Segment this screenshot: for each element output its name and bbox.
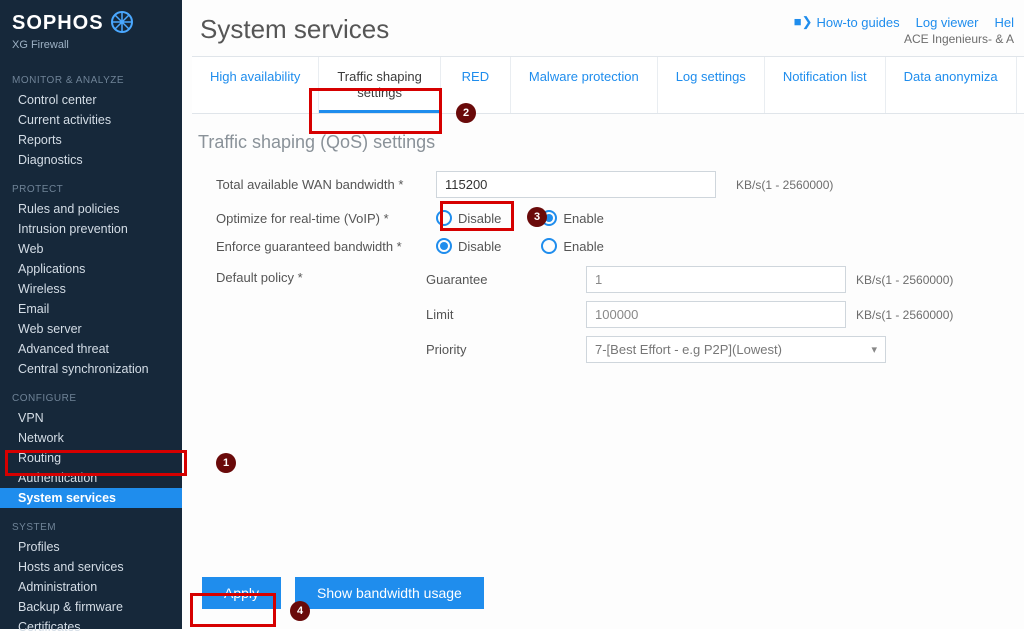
sidebar-item-web-server[interactable]: Web server bbox=[0, 319, 182, 339]
show-bandwidth-button[interactable]: Show bandwidth usage bbox=[295, 577, 484, 609]
limit-label: Limit bbox=[426, 307, 586, 322]
nav-section-title: MONITOR & ANALYZE bbox=[0, 69, 182, 90]
sidebar-item-wireless[interactable]: Wireless bbox=[0, 279, 182, 299]
tab-data-anonymiza[interactable]: Data anonymiza bbox=[886, 57, 1017, 113]
sidebar-item-advanced-threat[interactable]: Advanced threat bbox=[0, 339, 182, 359]
sidebar-item-administration[interactable]: Administration bbox=[0, 577, 182, 597]
total-wan-input[interactable] bbox=[436, 171, 716, 198]
sidebar-item-authentication[interactable]: Authentication bbox=[0, 468, 182, 488]
sidebar-item-hosts-and-services[interactable]: Hosts and services bbox=[0, 557, 182, 577]
radio-icon bbox=[436, 210, 452, 226]
top-links: ■❯ How-to guides Log viewer Hel ACE Inge… bbox=[794, 14, 1014, 46]
limit-hint: KB/s(1 - 2560000) bbox=[856, 308, 953, 322]
tab-red[interactable]: RED bbox=[441, 57, 511, 113]
guarantee-label: Guarantee bbox=[426, 272, 586, 287]
default-policy-label: Default policy * bbox=[216, 266, 426, 363]
total-wan-label: Total available WAN bandwidth * bbox=[216, 177, 426, 192]
apply-button[interactable]: Apply bbox=[202, 577, 281, 609]
page-title: System services bbox=[200, 14, 389, 45]
tab-high-availability[interactable]: High availability bbox=[192, 57, 319, 113]
brand-logo-icon bbox=[110, 10, 134, 37]
radio-icon bbox=[436, 238, 452, 254]
org-name: ACE Ingenieurs- & A bbox=[904, 32, 1014, 46]
enforce-disable-radio[interactable]: Disable bbox=[436, 238, 501, 254]
sidebar-item-network[interactable]: Network bbox=[0, 428, 182, 448]
tab-log-settings[interactable]: Log settings bbox=[658, 57, 765, 113]
sidebar-item-diagnostics[interactable]: Diagnostics bbox=[0, 150, 182, 170]
optimize-enable-radio[interactable]: Enable bbox=[541, 210, 603, 226]
logviewer-link[interactable]: Log viewer bbox=[916, 14, 979, 30]
limit-input[interactable] bbox=[586, 301, 846, 328]
howto-link[interactable]: ■❯ How-to guides bbox=[794, 14, 900, 30]
content: Traffic shaping (QoS) settings Total ava… bbox=[182, 114, 1024, 629]
bottom-bar: Apply Show bandwidth usage bbox=[192, 577, 1014, 619]
priority-label: Priority bbox=[426, 342, 586, 357]
radio-icon bbox=[541, 210, 557, 226]
sidebar-item-vpn[interactable]: VPN bbox=[0, 408, 182, 428]
total-wan-hint: KB/s(1 - 2560000) bbox=[736, 178, 833, 192]
radio-icon bbox=[541, 238, 557, 254]
sidebar-item-current-activities[interactable]: Current activities bbox=[0, 110, 182, 130]
enforce-label: Enforce guaranteed bandwidth * bbox=[216, 239, 426, 254]
nav-section-title: PROTECT bbox=[0, 178, 182, 199]
sidebar-item-central-synchronization[interactable]: Central synchronization bbox=[0, 359, 182, 379]
sidebar-item-email[interactable]: Email bbox=[0, 299, 182, 319]
optimize-label: Optimize for real-time (VoIP) * bbox=[216, 211, 426, 226]
camera-icon: ■❯ bbox=[794, 14, 813, 30]
sidebar-item-control-center[interactable]: Control center bbox=[0, 90, 182, 110]
enforce-enable-radio[interactable]: Enable bbox=[541, 238, 603, 254]
form: Total available WAN bandwidth * KB/s(1 -… bbox=[192, 171, 1014, 363]
brand-name: SOPHOS bbox=[12, 12, 104, 35]
help-link[interactable]: Hel bbox=[994, 14, 1014, 30]
tab-malware-protection[interactable]: Malware protection bbox=[511, 57, 658, 113]
optimize-disable-radio[interactable]: Disable bbox=[436, 210, 501, 226]
sidebar-item-system-services[interactable]: System services bbox=[0, 488, 182, 508]
sidebar: SOPHOS XG Firewall MONITOR & ANALYZECont… bbox=[0, 0, 182, 629]
brand: SOPHOS bbox=[0, 6, 182, 39]
main: System services ■❯ How-to guides Log vie… bbox=[182, 0, 1024, 629]
brand-subtitle: XG Firewall bbox=[0, 39, 182, 63]
tab-notification-list[interactable]: Notification list bbox=[765, 57, 886, 113]
sidebar-item-backup-firmware[interactable]: Backup & firmware bbox=[0, 597, 182, 617]
section-title: Traffic shaping (QoS) settings bbox=[192, 128, 1014, 171]
sidebar-item-reports[interactable]: Reports bbox=[0, 130, 182, 150]
sidebar-item-certificates[interactable]: Certificates bbox=[0, 617, 182, 637]
chevron-down-icon: ▾ bbox=[871, 343, 877, 356]
nav-section-title: CONFIGURE bbox=[0, 387, 182, 408]
topbar: System services ■❯ How-to guides Log vie… bbox=[182, 0, 1024, 56]
priority-select[interactable]: 7-[Best Effort - e.g P2P](Lowest) ▾ bbox=[586, 336, 886, 363]
sidebar-item-applications[interactable]: Applications bbox=[0, 259, 182, 279]
guarantee-input[interactable] bbox=[586, 266, 846, 293]
tab-traffic-shaping-settings[interactable]: Traffic shapingsettings bbox=[319, 57, 441, 113]
sidebar-item-rules-and-policies[interactable]: Rules and policies bbox=[0, 199, 182, 219]
sidebar-item-routing[interactable]: Routing bbox=[0, 448, 182, 468]
guarantee-hint: KB/s(1 - 2560000) bbox=[856, 273, 953, 287]
sidebar-item-intrusion-prevention[interactable]: Intrusion prevention bbox=[0, 219, 182, 239]
tabs: High availabilityTraffic shapingsettings… bbox=[192, 56, 1024, 114]
sidebar-item-profiles[interactable]: Profiles bbox=[0, 537, 182, 557]
sidebar-item-web[interactable]: Web bbox=[0, 239, 182, 259]
nav-section-title: SYSTEM bbox=[0, 516, 182, 537]
